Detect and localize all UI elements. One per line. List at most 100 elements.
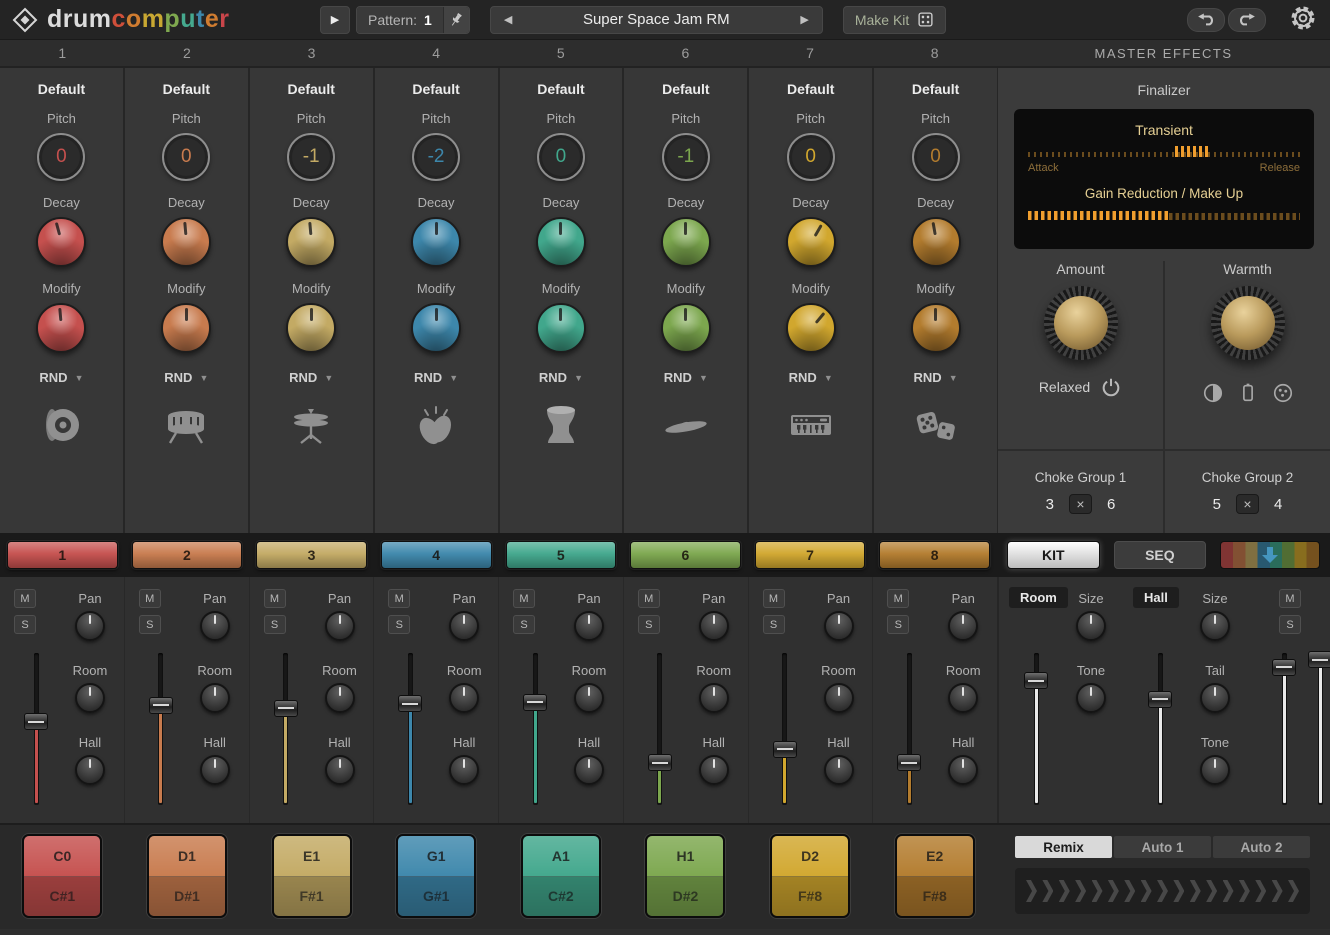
solo-button[interactable]: S [264, 615, 286, 634]
room-return-fader[interactable] [1023, 653, 1049, 805]
choke-2-clear-button[interactable]: × [1236, 494, 1259, 514]
decay-knob[interactable] [536, 217, 586, 267]
room-send-knob[interactable] [699, 683, 729, 713]
rnd-dropdown[interactable]: RND▼ [414, 370, 458, 385]
solo-button[interactable]: S [139, 615, 161, 634]
hall-tail-knob[interactable] [1200, 683, 1230, 713]
pitch-knob[interactable]: 0 [537, 133, 585, 181]
pan-knob[interactable] [75, 611, 105, 641]
room-send-knob[interactable] [449, 683, 479, 713]
note-pad-6[interactable]: H1D#2 [645, 834, 725, 918]
preset-selector[interactable]: ◀ Super Space Jam RM ▶ [490, 6, 823, 34]
channel-tab-5[interactable]: 5 [506, 541, 617, 569]
make-kit-button[interactable]: Make Kit [843, 6, 946, 34]
preset-prev-button[interactable]: ◀ [501, 13, 515, 26]
hall-send-knob[interactable] [824, 755, 854, 785]
pitch-knob[interactable]: 0 [912, 133, 960, 181]
hand-clap-icon[interactable] [410, 397, 462, 453]
mute-button[interactable]: M [638, 589, 660, 608]
djembe-icon[interactable] [535, 397, 587, 453]
room-return-header[interactable]: Room [1009, 587, 1068, 608]
solo-button[interactable]: S [513, 615, 535, 634]
note-pad-7[interactable]: D2F#8 [770, 834, 850, 918]
engine-preset[interactable]: Default [412, 81, 459, 97]
modify-knob[interactable] [536, 303, 586, 353]
choke-2-left-value[interactable]: 5 [1213, 496, 1221, 513]
note-pad-1[interactable]: C0C#1 [22, 834, 102, 918]
choke-1-right-value[interactable]: 6 [1107, 496, 1115, 513]
master-solo-button[interactable]: S [1279, 615, 1301, 634]
hall-send-knob[interactable] [699, 755, 729, 785]
redo-button[interactable] [1228, 8, 1266, 32]
modify-knob[interactable] [911, 303, 961, 353]
pitch-knob[interactable]: -2 [412, 133, 460, 181]
pan-knob[interactable] [824, 611, 854, 641]
hall-return-header[interactable]: Hall [1133, 587, 1179, 608]
hall-tone-knob[interactable] [1200, 755, 1230, 785]
volume-fader[interactable] [522, 653, 548, 805]
hall-send-knob[interactable] [449, 755, 479, 785]
master-mute-button[interactable]: M [1279, 589, 1301, 608]
pan-knob[interactable] [574, 611, 604, 641]
room-tone-knob[interactable] [1076, 683, 1106, 713]
master-right-fader[interactable] [1307, 653, 1330, 805]
master-volume-fader[interactable] [1271, 653, 1297, 805]
channel-tab-8[interactable]: 8 [879, 541, 990, 569]
channel-tab-4[interactable]: 4 [381, 541, 492, 569]
choke-2-right-value[interactable]: 4 [1274, 496, 1282, 513]
tab-kit[interactable]: KIT [1007, 541, 1100, 569]
room-send-knob[interactable] [325, 683, 355, 713]
pitch-knob[interactable]: 0 [37, 133, 85, 181]
rnd-dropdown[interactable]: RND▼ [39, 370, 83, 385]
modify-knob[interactable] [161, 303, 211, 353]
hall-return-fader[interactable] [1147, 653, 1173, 805]
decay-knob[interactable] [411, 217, 461, 267]
hall-send-knob[interactable] [75, 755, 105, 785]
note-pad-5[interactable]: A1C#2 [521, 834, 601, 918]
mute-button[interactable]: M [14, 589, 36, 608]
warmth-knob[interactable] [1211, 286, 1285, 360]
kit-colors-button[interactable] [1220, 541, 1320, 569]
note-pad-4[interactable]: G1G#1 [396, 834, 476, 918]
modify-knob[interactable] [286, 303, 336, 353]
tab-seq[interactable]: SEQ [1114, 541, 1207, 569]
room-send-knob[interactable] [75, 683, 105, 713]
rnd-dropdown[interactable]: RND▼ [539, 370, 583, 385]
remix-button[interactable]: Remix [1015, 836, 1112, 858]
note-pad-8[interactable]: E2F#8 [895, 834, 975, 918]
volume-fader[interactable] [148, 653, 174, 805]
kick-drum-icon[interactable] [35, 397, 87, 453]
settings-button[interactable] [1288, 3, 1318, 36]
undo-button[interactable] [1187, 8, 1225, 32]
channel-tab-3[interactable]: 3 [256, 541, 367, 569]
mute-button[interactable]: M [264, 589, 286, 608]
auto-2-button[interactable]: Auto 2 [1213, 836, 1310, 858]
solo-button[interactable]: S [14, 615, 36, 634]
solo-button[interactable]: S [763, 615, 785, 634]
rnd-dropdown[interactable]: RND▼ [914, 370, 958, 385]
mute-button[interactable]: M [139, 589, 161, 608]
engine-preset[interactable]: Default [787, 81, 834, 97]
dotted-ball-icon[interactable] [1272, 382, 1294, 404]
transient-meter[interactable] [1028, 145, 1300, 159]
dice-icon[interactable] [910, 397, 962, 453]
volume-fader[interactable] [273, 653, 299, 805]
mute-button[interactable]: M [887, 589, 909, 608]
cymbal-icon[interactable] [660, 397, 712, 453]
amount-knob[interactable] [1044, 286, 1118, 360]
room-send-knob[interactable] [824, 683, 854, 713]
decay-knob[interactable] [786, 217, 836, 267]
solo-button[interactable]: S [388, 615, 410, 634]
play-button[interactable]: ▶ [320, 6, 350, 34]
mute-button[interactable]: M [388, 589, 410, 608]
pan-knob[interactable] [325, 611, 355, 641]
room-size-knob[interactable] [1076, 611, 1106, 641]
rnd-dropdown[interactable]: RND▼ [789, 370, 833, 385]
volume-fader[interactable] [397, 653, 423, 805]
engine-preset[interactable]: Default [537, 81, 584, 97]
channel-tab-7[interactable]: 7 [755, 541, 866, 569]
choke-1-clear-button[interactable]: × [1069, 494, 1092, 514]
pan-knob[interactable] [948, 611, 978, 641]
pitch-knob[interactable]: -1 [287, 133, 335, 181]
decay-knob[interactable] [161, 217, 211, 267]
